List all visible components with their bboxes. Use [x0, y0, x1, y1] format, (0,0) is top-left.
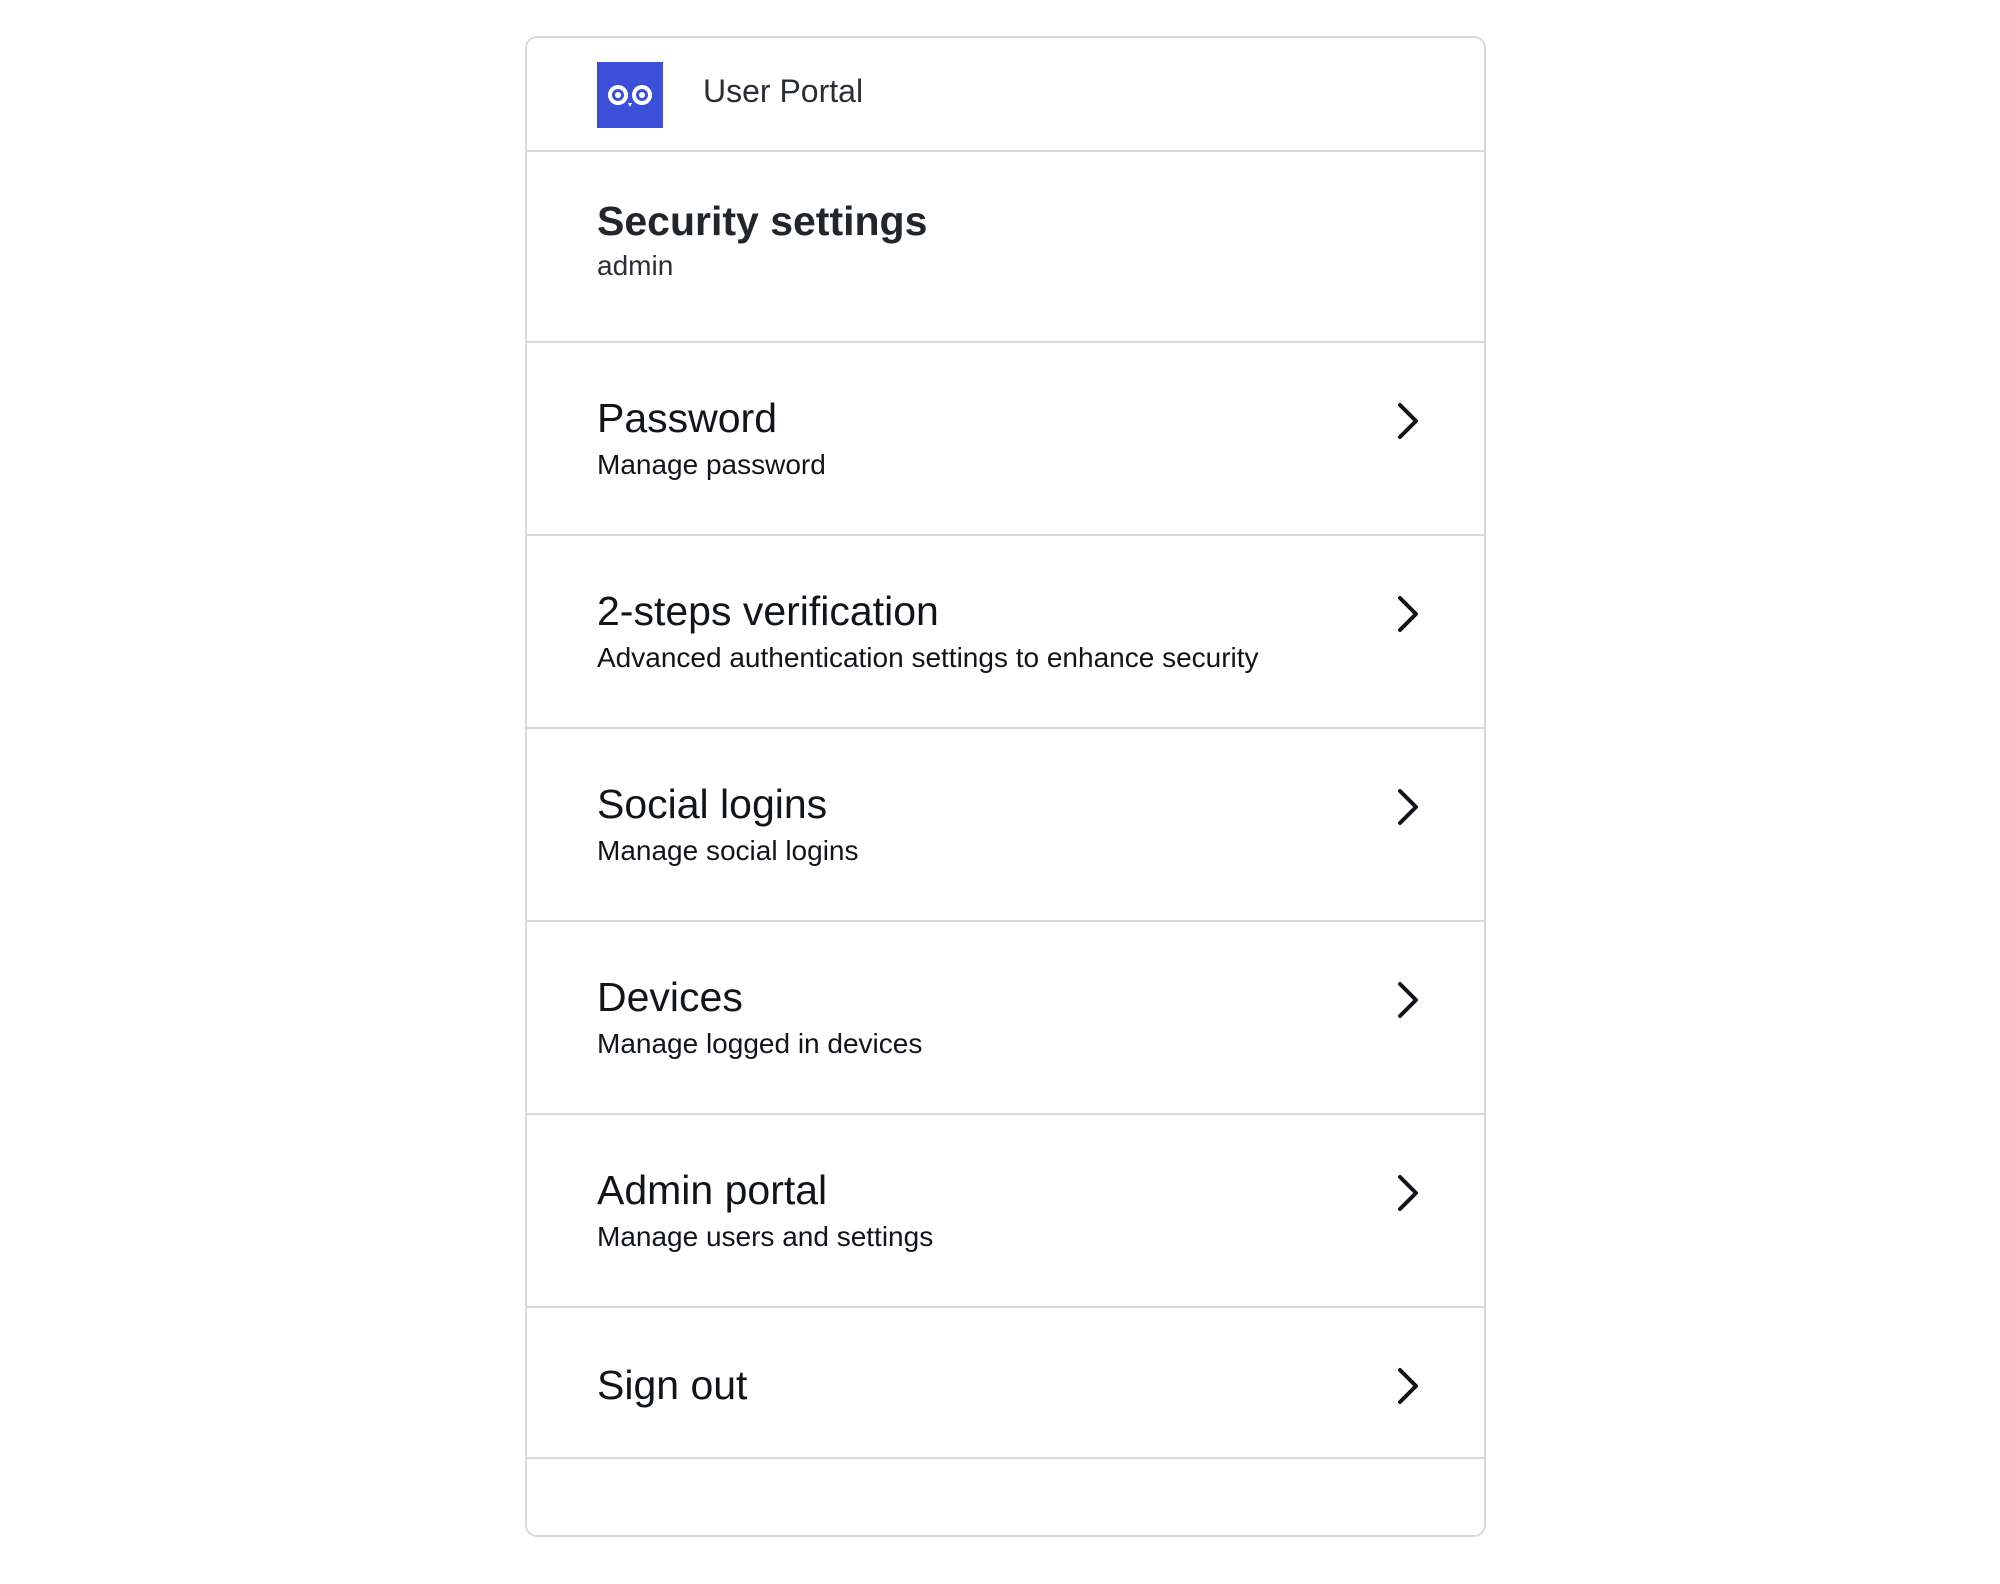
page-title: Security settings	[597, 198, 928, 244]
menu-item-social-logins[interactable]: Social logins Manage social logins	[527, 729, 1484, 922]
menu-item-title: Password	[597, 395, 778, 441]
menu-item-sign-out[interactable]: Sign out	[527, 1308, 1484, 1459]
menu-item-subtitle: Manage users and settings	[597, 1221, 934, 1252]
menu-item-admin-portal[interactable]: Admin portal Manage users and settings	[527, 1115, 1484, 1308]
chevron-right-icon[interactable]	[1393, 594, 1423, 634]
app-header: User Portal	[527, 38, 1484, 152]
owl-logo-icon	[597, 62, 663, 128]
chevron-right-icon[interactable]	[1393, 787, 1423, 827]
chevron-right-icon[interactable]	[1393, 1366, 1423, 1406]
menu-item-subtitle: Manage password	[597, 449, 826, 480]
username-label: admin	[597, 250, 674, 281]
menu-item-password[interactable]: Password Manage password	[527, 343, 1484, 536]
menu-item-devices[interactable]: Devices Manage logged in devices	[527, 922, 1484, 1115]
app-title: User Portal	[703, 73, 864, 109]
chevron-right-icon[interactable]	[1393, 401, 1423, 441]
security-settings-card: User Portal Security settings admin Pass…	[525, 36, 1486, 1537]
chevron-right-icon[interactable]	[1393, 980, 1423, 1020]
menu-item-subtitle: Manage logged in devices	[597, 1028, 923, 1059]
menu-item-title: Sign out	[597, 1362, 748, 1408]
menu-item-title: Devices	[597, 974, 743, 1020]
menu-item-title: Social logins	[597, 781, 828, 827]
page-header: Security settings admin	[527, 152, 1484, 343]
menu-item-subtitle: Advanced authentication settings to enha…	[597, 642, 1259, 673]
menu-item-title: 2-steps verification	[597, 588, 939, 634]
menu-item-subtitle: Manage social logins	[597, 835, 859, 866]
chevron-right-icon[interactable]	[1393, 1173, 1423, 1213]
menu-item-2-steps-verification[interactable]: 2-steps verification Advanced authentica…	[527, 536, 1484, 729]
menu-item-title: Admin portal	[597, 1167, 828, 1213]
